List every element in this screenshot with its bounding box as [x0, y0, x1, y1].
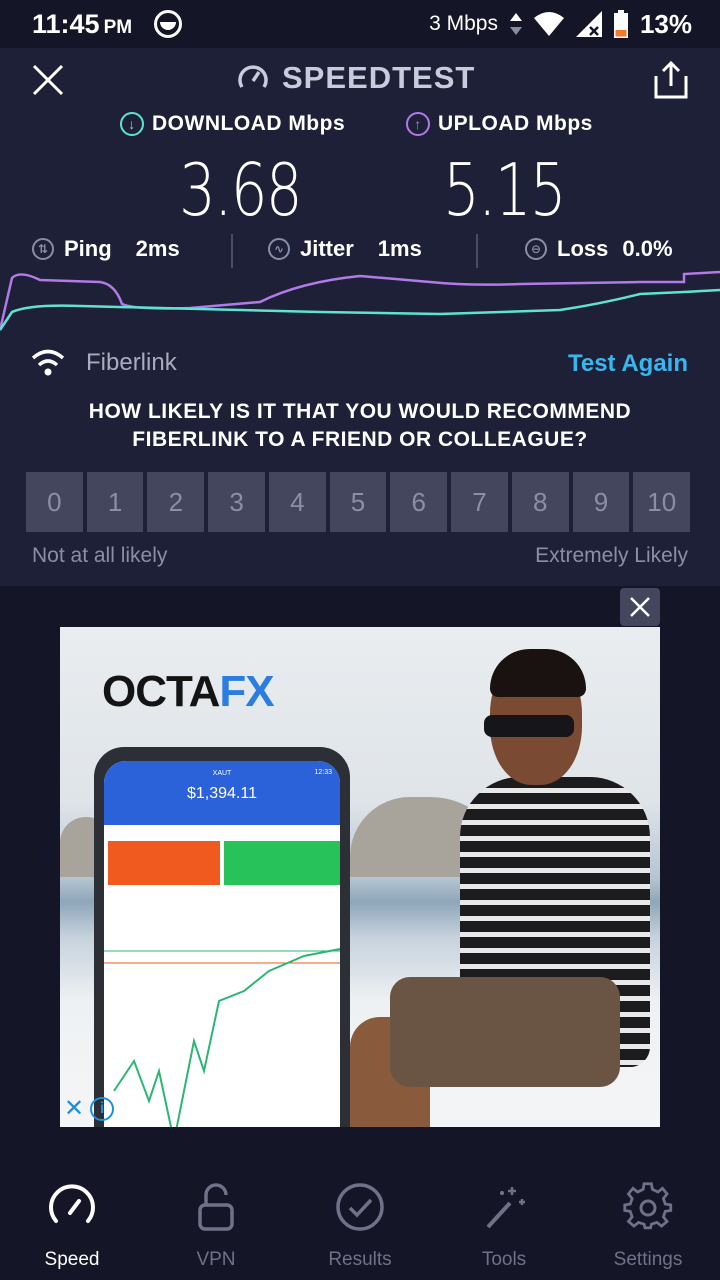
magic-wand-icon — [486, 1187, 525, 1229]
download-arrow-icon: ↓ — [120, 112, 144, 136]
download-result: ↓ DOWNLOAD Mbps 3.68 — [120, 112, 360, 232]
ad-close-button[interactable] — [620, 588, 660, 626]
provider-info: Fiberlink — [30, 348, 177, 378]
nps-option-1[interactable]: 1 — [86, 472, 144, 532]
nps-option-7[interactable]: 7 — [451, 472, 508, 532]
upload-arrow-icon: ↑ — [406, 112, 430, 136]
ping-metric: ⇅ Ping 2ms — [32, 236, 180, 262]
battery-percent: 13% — [639, 8, 692, 39]
top-bar: SPEEDTEST — [0, 48, 720, 112]
status-time: 11:45 PM — [32, 8, 133, 39]
status-bar: 11:45 PM 3 Mbps 13% — [0, 0, 720, 48]
upload-value: 5.15 — [443, 148, 566, 232]
loss-icon: ⊖ — [525, 238, 547, 260]
data-rate: 3 Mbps — [429, 12, 498, 35]
ad-phone-header: 12:33 XAUT $1,394.11 — [104, 761, 340, 825]
upload-result: ↑ UPLOAD Mbps 5.15 — [406, 112, 602, 232]
provider-name: Fiberlink — [86, 349, 177, 376]
speedometer-icon — [49, 1184, 95, 1223]
gear-icon — [623, 1182, 673, 1230]
data-arrows-icon — [509, 13, 522, 35]
metrics-row: ⇅ Ping 2ms ∿ Jitter 1ms ⊖ Loss 0.0% — [0, 230, 720, 274]
download-graph-line — [0, 288, 720, 331]
bottom-nav: Speed VPN Results Tools Settings — [0, 1161, 720, 1280]
ad-banner[interactable]: OCTAFX 12:33 XAUT $1,394.11 ✕ i — [60, 627, 660, 1127]
ad-choices-badge[interactable]: ✕ i — [64, 1094, 115, 1123]
speed-graph — [0, 270, 720, 331]
nav-vpn[interactable]: VPN — [144, 1161, 288, 1280]
nps-option-3[interactable]: 3 — [208, 472, 265, 532]
info-icon: i — [90, 1096, 115, 1121]
metric-divider — [231, 234, 233, 268]
cell-signal-icon — [575, 11, 602, 37]
gauge-icon — [238, 65, 268, 88]
nps-low-label: Not at all likely — [32, 544, 168, 567]
test-again-button[interactable]: Test Again — [568, 350, 688, 378]
nps-option-5[interactable]: 5 — [329, 472, 387, 532]
nps-option-8[interactable]: 8 — [511, 472, 569, 532]
ad-person-hair — [490, 649, 586, 697]
nps-option-0[interactable]: 0 — [26, 472, 83, 532]
nav-tools[interactable]: Tools — [432, 1161, 576, 1280]
ad-person-shorts — [390, 977, 620, 1087]
nps-option-6[interactable]: 6 — [390, 472, 448, 532]
brand-name: SPEEDTEST — [282, 60, 476, 95]
download-label: ↓ DOWNLOAD Mbps — [120, 112, 360, 136]
jitter-metric: ∿ Jitter 1ms — [268, 236, 422, 262]
lock-icon — [198, 1183, 234, 1231]
nps-option-9[interactable]: 9 — [572, 472, 630, 532]
jitter-icon: ∿ — [268, 238, 290, 260]
ad-logo: OCTAFX — [102, 667, 275, 716]
download-value: 3.68 — [179, 148, 302, 232]
nps-option-4[interactable]: 4 — [268, 472, 326, 532]
result-panel: SPEEDTEST ↓ DOWNLOAD Mbps 3.68 ↑ UPLOAD … — [0, 48, 720, 586]
nav-speed[interactable]: Speed — [0, 1161, 144, 1280]
ad-area: OCTAFX 12:33 XAUT $1,394.11 ✕ i — [0, 586, 720, 1161]
ad-buy-button — [224, 841, 340, 885]
nps-option-2[interactable]: 2 — [147, 472, 205, 532]
notification-icon — [154, 10, 183, 38]
nps-question: HOW LIKELY IS IT THAT YOU WOULD RECOMMEN… — [88, 400, 632, 451]
speedtest-logo: SPEEDTEST — [236, 60, 475, 96]
ad-close-icon: ✕ — [64, 1095, 85, 1122]
ping-icon: ⇅ — [32, 238, 54, 260]
ad-phone: 12:33 XAUT $1,394.11 — [94, 747, 350, 1127]
metric-divider — [476, 234, 478, 268]
ad-chart — [104, 948, 340, 1127]
upload-label: ↑ UPLOAD Mbps — [406, 112, 602, 136]
nps-option-10[interactable]: 10 — [633, 472, 691, 532]
nav-settings[interactable]: Settings — [576, 1161, 720, 1280]
wifi-icon — [31, 349, 65, 376]
nps-high-label: Extremely Likely — [535, 544, 688, 567]
loss-metric: ⊖ Loss 0.0% — [525, 236, 673, 262]
ad-sell-button — [108, 841, 220, 885]
close-icon — [630, 597, 650, 617]
check-circle-icon — [336, 1183, 384, 1231]
wifi-icon — [533, 12, 564, 36]
nps-scale: 0 1 2 3 4 5 6 7 8 9 10 — [26, 472, 691, 532]
close-icon[interactable] — [30, 62, 66, 98]
battery-icon — [613, 10, 628, 38]
ad-person-sunglasses — [484, 715, 574, 737]
nav-results[interactable]: Results — [288, 1161, 432, 1280]
ad-balance: $1,394.11 — [187, 785, 257, 802]
share-icon[interactable] — [652, 60, 690, 100]
